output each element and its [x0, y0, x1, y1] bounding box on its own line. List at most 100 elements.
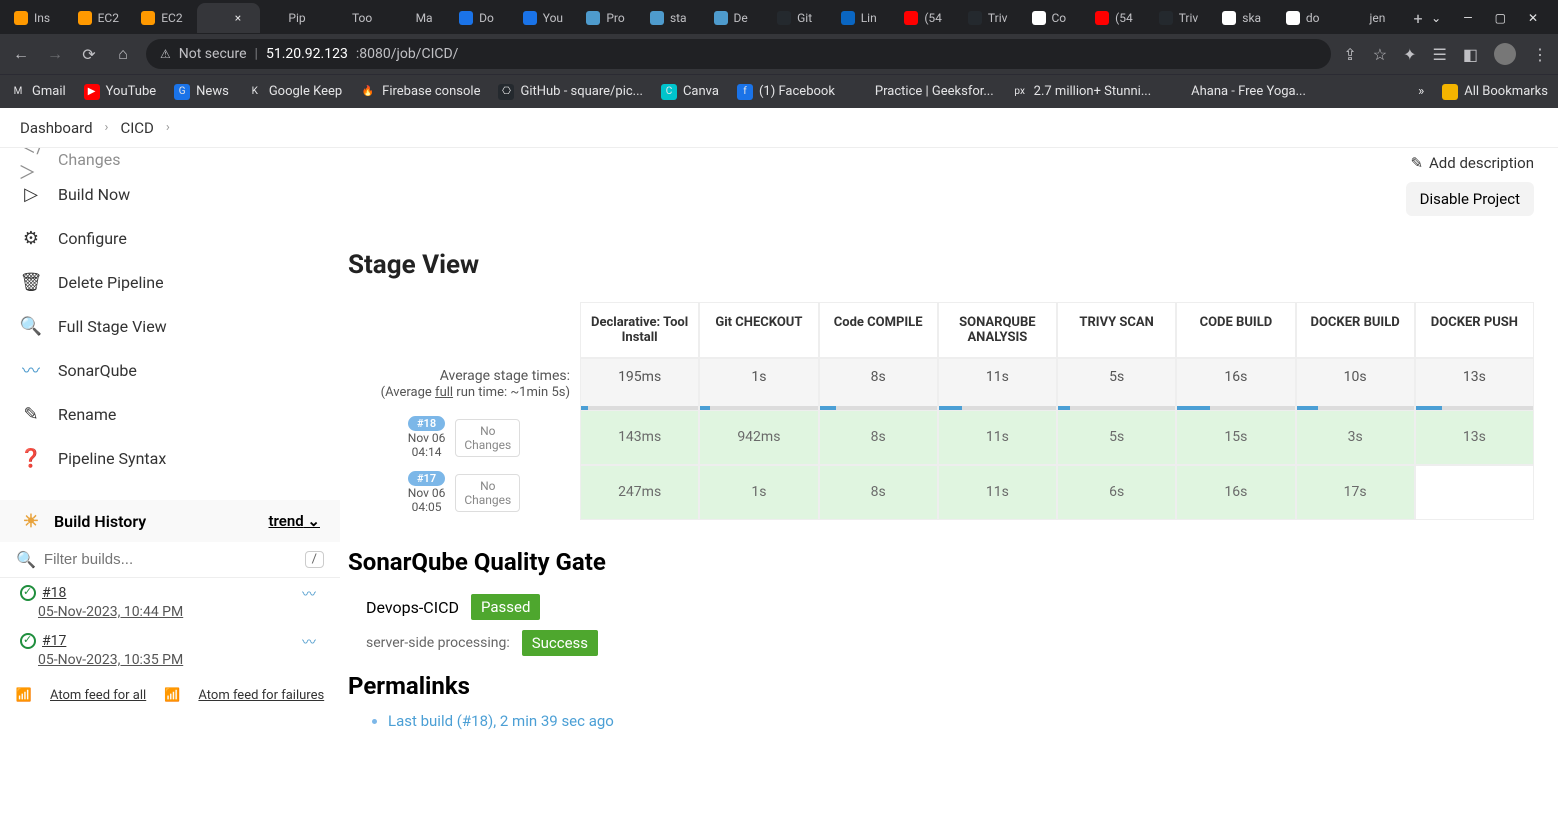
browser-tab[interactable]: Ins [6, 3, 70, 33]
atom-all-link[interactable]: Atom feed for all [50, 688, 146, 703]
new-tab-button[interactable]: + [1405, 9, 1431, 28]
share-icon[interactable]: ⇪ [1343, 45, 1356, 64]
browser-tab[interactable]: Co [1024, 3, 1088, 33]
browser-tab[interactable]: Ma [388, 3, 452, 33]
browser-tab[interactable]: You [515, 3, 579, 33]
kebab-menu-icon[interactable]: ⋮ [1532, 45, 1548, 64]
sidebar-label: Delete Pipeline [58, 273, 164, 292]
build-number[interactable]: #17 [42, 633, 66, 649]
bookmark-item[interactable]: ▶YouTube [84, 84, 157, 100]
browser-tab[interactable]: Too [324, 3, 388, 33]
browser-tab[interactable]: EC2 [133, 3, 197, 33]
browser-tab[interactable]: (54 [1087, 3, 1151, 33]
browser-tab[interactable]: jen [1341, 3, 1405, 33]
stage-column-header: Code COMPILE [819, 302, 938, 358]
browser-tab[interactable]: ska [1214, 3, 1278, 33]
sidebar-item-configure[interactable]: ⚙ Configure [0, 216, 340, 260]
tab-close-icon[interactable]: × [235, 11, 241, 25]
browser-tab[interactable]: Git [769, 3, 833, 33]
back-button[interactable]: ← [10, 44, 32, 64]
browser-tab[interactable]: Pip [260, 3, 324, 33]
main-actions: ✎ Add description [348, 148, 1534, 182]
favicon [777, 11, 791, 25]
sonarqube-project-name: Devops-CICD [366, 598, 459, 617]
run-badge[interactable]: #18 [408, 416, 446, 431]
bookmark-favicon: 🔥 [360, 84, 376, 100]
bookmark-item[interactable]: px2.7 million+ Stunni... [1012, 84, 1151, 100]
breadcrumb-dashboard[interactable]: Dashboard [20, 119, 93, 137]
sidebar-item-rename[interactable]: ✎ Rename [0, 392, 340, 436]
bookmark-label: Ahana - Free Yoga... [1191, 84, 1306, 99]
window-close[interactable]: ✕ [1528, 11, 1538, 25]
chevron-right-icon: › [105, 120, 109, 135]
sidebar-item-build-now[interactable]: ▷ Build Now [0, 172, 340, 216]
rss-icon: 📶 [164, 688, 180, 703]
trash-icon: 🗑 [20, 271, 42, 293]
browser-tab[interactable]: Lin [833, 3, 897, 33]
reading-list-icon[interactable]: ☰ [1433, 45, 1447, 64]
extensions-icon[interactable]: ✦ [1403, 45, 1416, 64]
bookmark-item[interactable]: KGoogle Keep [247, 84, 342, 100]
build-date: 05-Nov-2023, 10:44 PM [38, 604, 183, 620]
bookmark-label: News [196, 84, 229, 99]
sidebar-item-full-stage[interactable]: 🔍 Full Stage View [0, 304, 340, 348]
run-badge[interactable]: #17 [408, 471, 446, 486]
browser-tab[interactable]: Triv [960, 3, 1024, 33]
sidebar-item-delete[interactable]: 🗑 Delete Pipeline [0, 260, 340, 304]
sidebar-item-changes[interactable]: ＜/＞ Changes [0, 148, 340, 172]
browser-tab[interactable]: Pro [578, 3, 642, 33]
favicon [268, 11, 282, 25]
bookmark-item[interactable]: Ahana - Free Yoga... [1169, 84, 1306, 100]
feeds: 📶 Atom feed for all 📶 Atom feed for fail… [0, 674, 340, 717]
sidebar-item-syntax[interactable]: ❓ Pipeline Syntax [0, 436, 340, 480]
sidebar-item-sonarqube[interactable]: 〰 SonarQube [0, 348, 340, 392]
bookmark-item[interactable]: 🔥Firebase console [360, 84, 480, 100]
help-icon: ❓ [20, 447, 42, 469]
build-number[interactable]: #18 [42, 585, 66, 601]
bookmark-item[interactable]: MGmail [10, 84, 66, 100]
filter-builds-input[interactable] [44, 551, 297, 568]
permalink-last-build[interactable]: Last build (#18), 2 min 39 sec ago [388, 712, 614, 730]
browser-tab[interactable]: (54 [896, 3, 960, 33]
stage-average-cell: 8s [819, 358, 938, 410]
tab-label: Git [797, 11, 812, 25]
trend-link[interactable]: trend ⌄ [269, 512, 321, 530]
bookmark-favicon [1169, 84, 1185, 100]
side-panel-icon[interactable]: ◧ [1463, 45, 1478, 64]
bookmark-item[interactable]: ⎔GitHub - square/pic... [498, 84, 642, 100]
bookmark-overflow-icon[interactable]: » [1418, 84, 1424, 99]
bookmark-item[interactable]: Practice | Geeksfor... [853, 84, 994, 100]
breadcrumb-job[interactable]: CICD [120, 119, 153, 137]
stage-average-cell: 5s [1057, 358, 1176, 410]
browser-tab[interactable]: EC2 [70, 3, 134, 33]
reload-button[interactable]: ⟳ [78, 45, 100, 64]
home-button[interactable]: ⌂ [112, 44, 134, 64]
bookmark-item[interactable]: CCanva [661, 84, 719, 100]
star-icon[interactable]: ☆ [1373, 45, 1387, 64]
window-maximize[interactable]: ▢ [1495, 11, 1506, 25]
browser-tab[interactable]: sta [642, 3, 706, 33]
browser-tab[interactable]: Triv [1151, 3, 1215, 33]
stage-run-cell: 3s [1296, 410, 1415, 465]
browser-tab[interactable]: do [1278, 3, 1342, 33]
window-minimize[interactable]: — [1463, 11, 1472, 25]
disable-project-button[interactable]: Disable Project [1406, 182, 1534, 216]
browser-tab[interactable]: × [197, 3, 261, 33]
profile-avatar[interactable] [1494, 43, 1516, 65]
browser-tab[interactable]: Do [451, 3, 515, 33]
atom-fail-link[interactable]: Atom feed for failures [198, 688, 324, 703]
favicon [205, 11, 219, 25]
sonar-icon: 〰 [302, 584, 320, 602]
sidebar-label: SonarQube [58, 361, 137, 380]
browser-tab[interactable]: De [706, 3, 770, 33]
window-dropdown[interactable]: ⌄ [1431, 11, 1441, 25]
all-bookmarks-button[interactable]: All Bookmarks [1442, 84, 1548, 100]
forward-button[interactable]: → [44, 44, 66, 64]
bookmark-item[interactable]: f(1) Facebook [737, 84, 835, 100]
url-field[interactable]: ⚠ Not secure | 51.20.92.123:8080/job/CIC… [146, 39, 1331, 69]
build-row[interactable]: #18 〰 05-Nov-2023, 10:44 PM [0, 578, 340, 626]
add-description-button[interactable]: ✎ Add description [1410, 154, 1534, 172]
build-row[interactable]: #17〰05-Nov-2023, 10:35 PM [0, 626, 340, 674]
bookmark-item[interactable]: GNews [174, 84, 229, 100]
stage-run-cell: 17s [1296, 465, 1415, 520]
